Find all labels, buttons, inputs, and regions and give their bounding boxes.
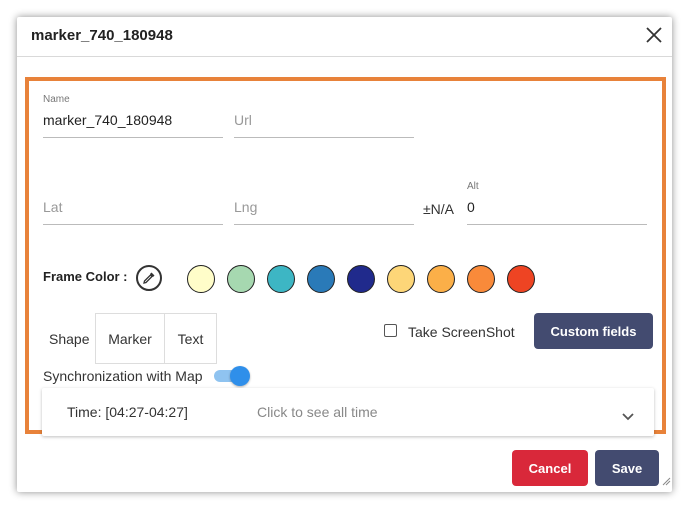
name-value[interactable]: marker_740_180948 — [43, 112, 172, 128]
cancel-button[interactable]: Cancel — [512, 450, 588, 486]
name-label: Name — [43, 94, 70, 105]
color-swatch[interactable] — [427, 265, 455, 293]
alt-underline — [467, 224, 647, 225]
shape-label: Shape — [49, 331, 90, 347]
lng-underline — [234, 224, 414, 225]
lat-placeholder[interactable]: Lat — [43, 199, 62, 215]
shape-option-text[interactable]: Text — [165, 314, 216, 363]
custom-fields-button[interactable]: Custom fields — [534, 313, 653, 349]
time-range: Time: [04:27-04:27] — [67, 404, 188, 420]
color-swatch[interactable] — [267, 265, 295, 293]
alt-field[interactable]: Alt 0 — [467, 181, 647, 225]
time-hint[interactable]: Click to see all time — [257, 404, 378, 420]
color-swatch[interactable] — [387, 265, 415, 293]
url-underline — [234, 137, 414, 138]
unit-label: ±N/A — [423, 201, 455, 217]
sync-label: Synchronization with Map — [43, 368, 203, 384]
color-swatch[interactable] — [507, 265, 535, 293]
time-accordion[interactable]: Time: [04:27-04:27] Click to see all tim… — [42, 388, 654, 436]
save-button[interactable]: Save — [595, 450, 659, 486]
dialog-title: marker_740_180948 — [31, 27, 173, 44]
lng-field[interactable]: Lng — [234, 181, 414, 225]
lng-placeholder[interactable]: Lng — [234, 199, 257, 215]
eyedropper-icon[interactable] — [136, 265, 162, 291]
url-field[interactable]: Url — [234, 94, 414, 138]
sync-toggle[interactable] — [230, 366, 250, 386]
lat-underline — [43, 224, 223, 225]
alt-label: Alt — [467, 181, 479, 192]
dialog-header: marker_740_180948 — [17, 17, 672, 57]
color-swatch[interactable] — [227, 265, 255, 293]
shape-option-marker[interactable]: Marker — [96, 314, 165, 363]
screenshot-label[interactable]: Take ScreenShot — [408, 324, 515, 340]
color-swatch[interactable] — [347, 265, 375, 293]
lat-field[interactable]: Lat — [43, 181, 223, 225]
name-field[interactable]: Name marker_740_180948 — [43, 94, 223, 138]
close-icon[interactable] — [644, 25, 664, 45]
resize-grip-icon[interactable] — [661, 473, 671, 491]
url-placeholder[interactable]: Url — [234, 112, 252, 128]
chevron-down-icon[interactable] — [622, 408, 634, 426]
alt-value[interactable]: 0 — [467, 199, 475, 215]
form-body: Name marker_740_180948 Url Lat Lng ±N/A … — [25, 77, 666, 436]
frame-color-label: Frame Color : — [43, 269, 128, 284]
marker-dialog: marker_740_180948 Name marker_740_180948… — [17, 17, 672, 492]
color-swatch[interactable] — [307, 265, 335, 293]
shape-toggle-group: Marker Text — [95, 313, 217, 364]
screenshot-checkbox[interactable] — [384, 324, 397, 337]
color-swatch[interactable] — [187, 265, 215, 293]
color-swatch[interactable] — [467, 265, 495, 293]
name-underline — [43, 137, 223, 138]
